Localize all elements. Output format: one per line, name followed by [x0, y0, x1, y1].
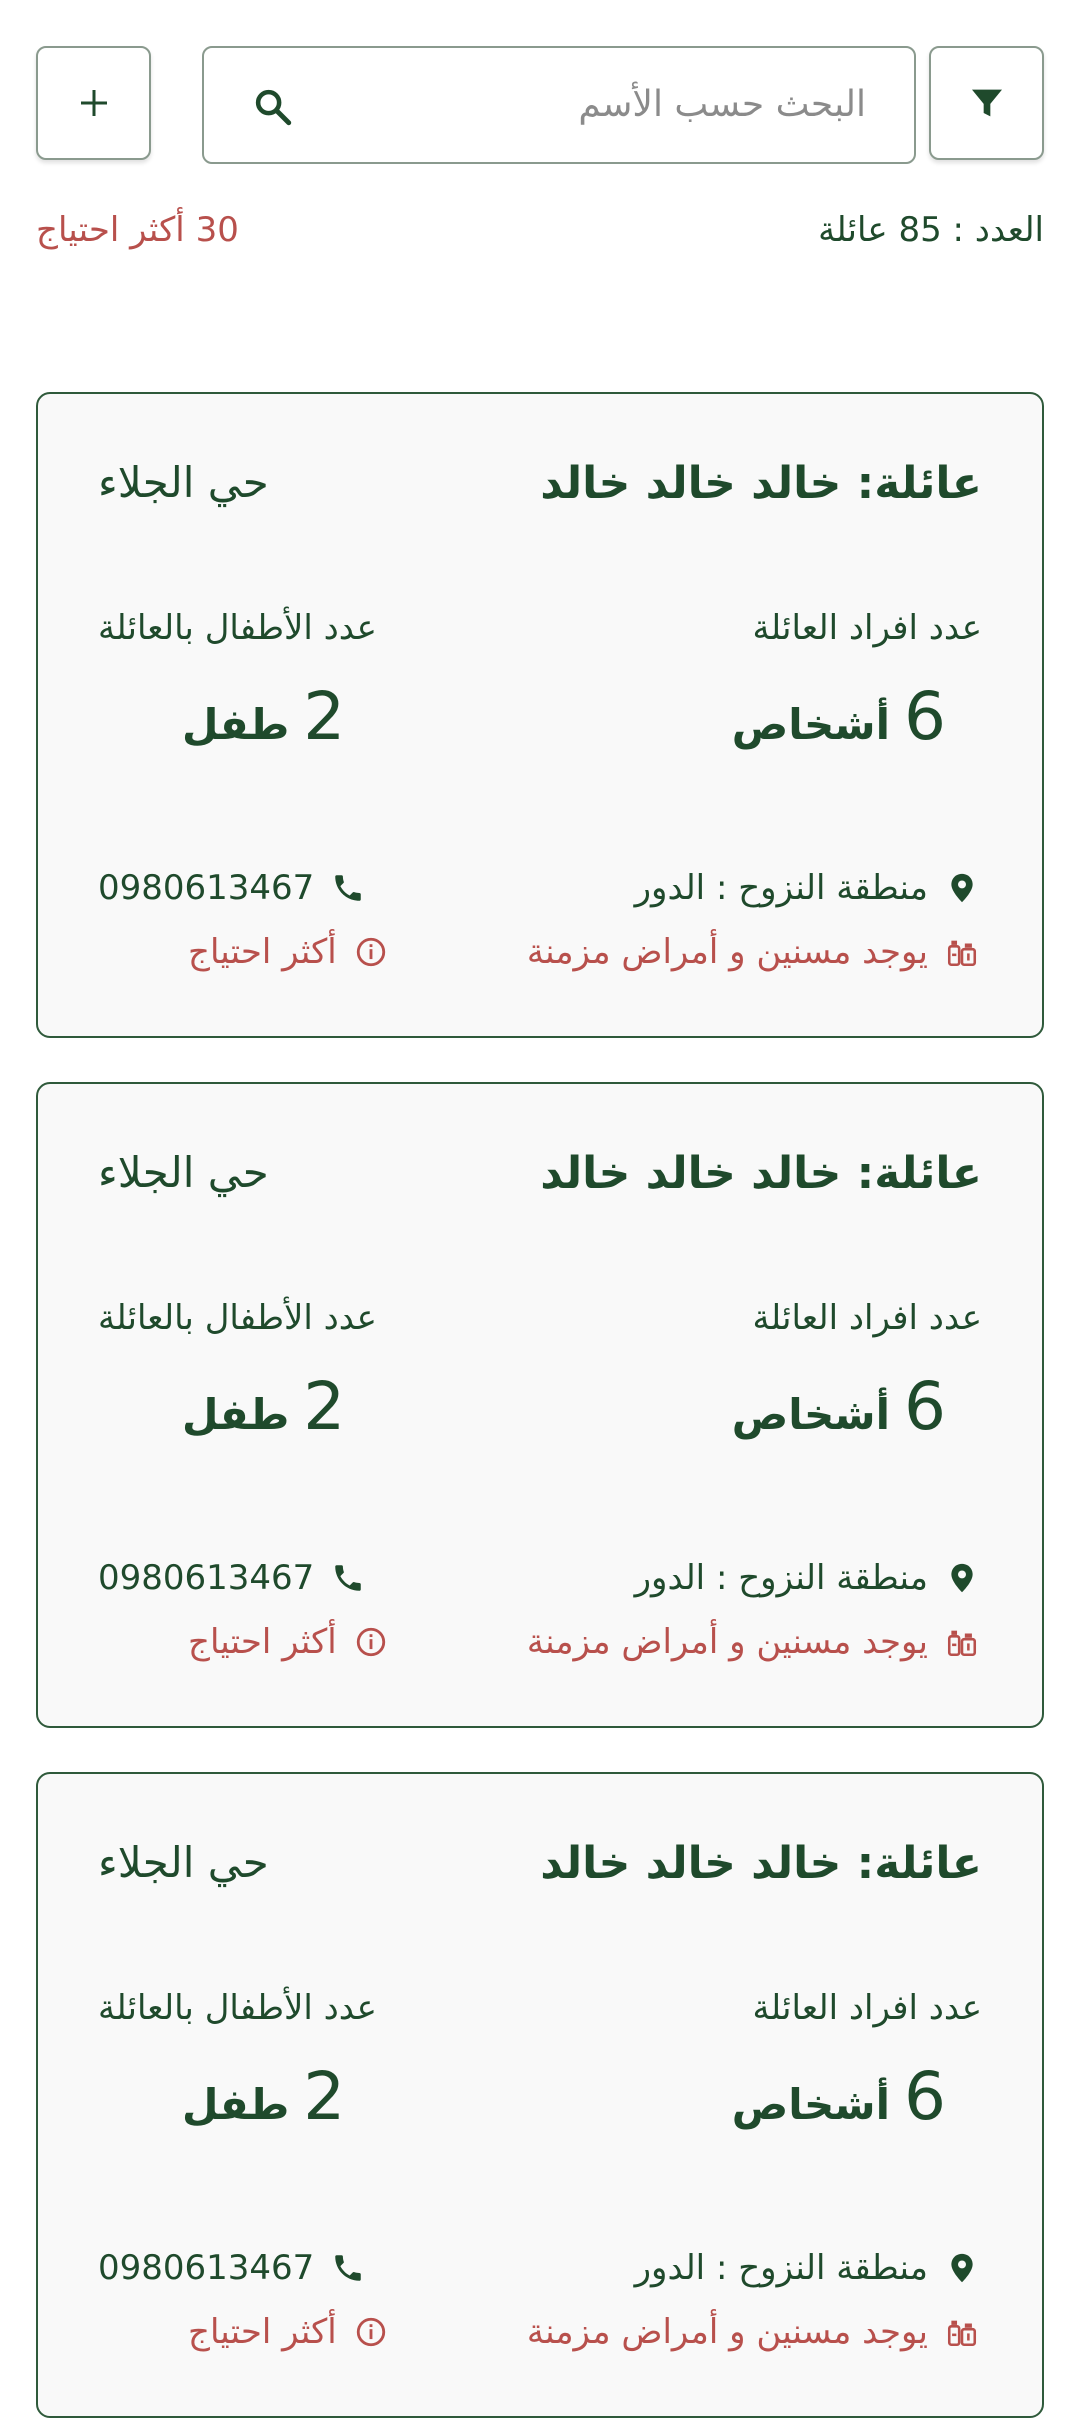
filter-icon [971, 89, 1002, 117]
need-text: أكثر احتياج [188, 932, 337, 972]
members-label: عدد افراد العائلة [752, 1298, 982, 1338]
family-name: عائلة: خالد خالد خالد [540, 1838, 982, 1889]
displacement-area: منطقة النزوح : الدور [635, 868, 982, 908]
displacement-area: منطقة النزوح : الدور [635, 2248, 982, 2288]
health-status: يوجد مسنين و أمراض مزمنة [527, 2312, 982, 2352]
health-text: يوجد مسنين و أمراض مزمنة [526, 1622, 928, 1662]
members-label: عدد افراد العائلة [752, 1988, 982, 2028]
members-label: عدد افراد العائلة [752, 608, 982, 648]
family-card[interactable]: عائلة: خالد خالد خالد حي الجلاء عدد افرا… [36, 392, 1044, 1038]
medical-icon [942, 1622, 982, 1662]
search-input[interactable]: البحث حسب الأسم [202, 46, 916, 164]
members-value: 6 [904, 1368, 946, 1445]
top-bar: البحث حسب الأسم [36, 46, 1044, 164]
location-pin-icon [942, 1558, 982, 1598]
children-unit: طفل [182, 700, 290, 749]
need-text: أكثر احتياج [188, 1622, 337, 1662]
medical-icon [942, 2312, 982, 2352]
displacement-text: منطقة النزوح : الدور [634, 2248, 928, 2288]
family-name: عائلة: خالد خالد خالد [540, 1148, 982, 1199]
members-count: 6 أشخاص [732, 678, 946, 755]
children-unit: طفل [182, 1390, 290, 1439]
phone-number[interactable]: 0980613467 [98, 868, 368, 908]
family-card[interactable]: عائلة: خالد خالد خالد حي الجلاء عدد افرا… [36, 1082, 1044, 1728]
children-unit: طفل [182, 2080, 290, 2129]
phone-number[interactable]: 0980613467 [98, 2248, 368, 2288]
children-count: 2 طفل [182, 1368, 345, 1445]
health-status: يوجد مسنين و أمراض مزمنة [527, 932, 982, 972]
location-pin-icon [942, 2248, 982, 2288]
phone-icon [328, 2248, 368, 2288]
health-text: يوجد مسنين و أمراض مزمنة [526, 932, 928, 972]
district: حي الجلاء [98, 1838, 269, 1887]
district: حي الجلاء [98, 458, 269, 507]
members-value: 6 [904, 678, 946, 755]
members-value: 6 [904, 2058, 946, 2135]
need-text: أكثر احتياج [188, 2312, 337, 2352]
members-count: 6 أشخاص [732, 2058, 946, 2135]
phone-text: 0980613467 [98, 868, 315, 908]
family-card[interactable]: عائلة: خالد خالد خالد حي الجلاء عدد افرا… [36, 1772, 1044, 2418]
children-label: عدد الأطفال بالعائلة [98, 1988, 377, 2028]
phone-text: 0980613467 [98, 1558, 315, 1598]
stats-row: العدد : 85 عائلة 30 أكثر احتياج [36, 210, 1044, 266]
search-placeholder: البحث حسب الأسم [578, 84, 866, 125]
medical-icon [942, 932, 982, 972]
children-value: 2 [303, 678, 346, 755]
need-badge: أكثر احتياج [188, 1622, 391, 1662]
health-status: يوجد مسنين و أمراض مزمنة [527, 1622, 982, 1662]
displacement-area: منطقة النزوح : الدور [635, 1558, 982, 1598]
location-pin-icon [942, 868, 982, 908]
members-unit: أشخاص [731, 2080, 890, 2129]
displacement-text: منطقة النزوح : الدور [634, 868, 928, 908]
members-unit: أشخاص [731, 1390, 890, 1439]
displacement-text: منطقة النزوح : الدور [634, 1558, 928, 1598]
filter-button[interactable] [929, 46, 1044, 160]
info-icon [351, 932, 391, 972]
family-count: العدد : 85 عائلة [818, 210, 1044, 250]
children-label: عدد الأطفال بالعائلة [98, 1298, 377, 1338]
most-needy-count[interactable]: 30 أكثر احتياج [36, 210, 239, 250]
search-icon [255, 89, 292, 126]
health-text: يوجد مسنين و أمراض مزمنة [526, 2312, 928, 2352]
members-unit: أشخاص [731, 700, 890, 749]
need-badge: أكثر احتياج [188, 2312, 391, 2352]
children-count: 2 طفل [182, 678, 345, 755]
children-label: عدد الأطفال بالعائلة [98, 608, 377, 648]
children-value: 2 [303, 1368, 346, 1445]
phone-number[interactable]: 0980613467 [98, 1558, 368, 1598]
children-count: 2 طفل [182, 2058, 345, 2135]
family-name: عائلة: خالد خالد خالد [540, 458, 982, 509]
need-badge: أكثر احتياج [188, 932, 391, 972]
info-icon [351, 2312, 391, 2352]
add-family-button[interactable] [36, 46, 151, 160]
phone-icon [328, 1558, 368, 1598]
district: حي الجلاء [98, 1148, 269, 1197]
plus-icon [80, 90, 107, 116]
phone-icon [328, 868, 368, 908]
phone-text: 0980613467 [98, 2248, 315, 2288]
children-value: 2 [303, 2058, 346, 2135]
info-icon [351, 1622, 391, 1662]
members-count: 6 أشخاص [732, 1368, 946, 1445]
